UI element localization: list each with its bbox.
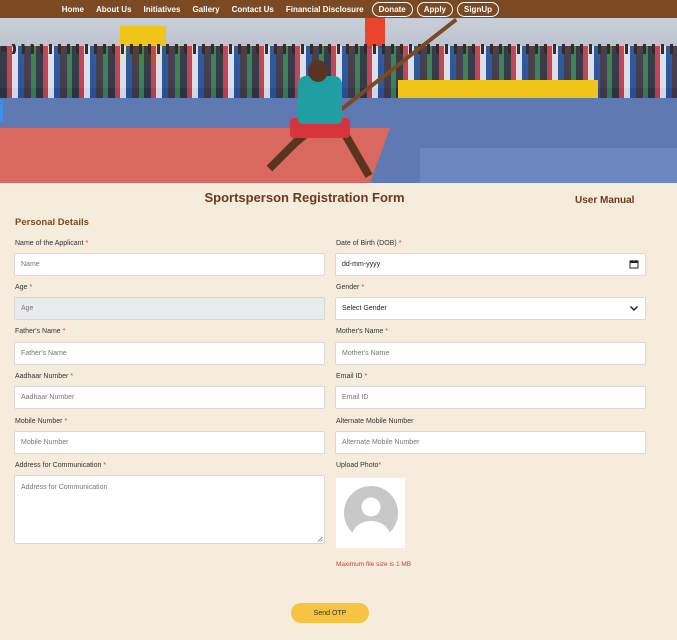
gender-label-text: Gender (336, 284, 360, 291)
banner-crowd-heads (0, 44, 677, 54)
mother-placeholder: Mother's Name (342, 350, 390, 357)
father-name-label: Father's Name * (15, 328, 65, 335)
email-label-text: Email ID (336, 373, 363, 380)
nav-home[interactable]: Home (62, 5, 84, 14)
father-label-text: Father's Name (15, 328, 61, 335)
avatar-placeholder-icon (343, 486, 398, 540)
name-input[interactable]: Name (14, 253, 325, 276)
age-label: Age * (15, 284, 32, 291)
mother-name-input[interactable]: Mother's Name (335, 342, 646, 365)
age-label-text: Age (15, 284, 28, 291)
required-mark: * (103, 462, 107, 469)
banner-athlete-body (298, 76, 342, 124)
form-title: Sportsperson Registration Form (204, 190, 405, 205)
required-mark: * (385, 328, 388, 335)
required-mark: * (398, 240, 402, 247)
banner-mat-blue-2 (420, 148, 677, 183)
address-placeholder: Address for Communication (21, 484, 108, 491)
required-mark: * (62, 328, 66, 335)
calendar-icon[interactable] (629, 259, 639, 269)
alt-mobile-placeholder: Alternate Mobile Number (342, 439, 420, 446)
upload-photo-label-text: Upload Photo (336, 462, 379, 469)
mobile-label: Mobile Number * (15, 418, 67, 425)
file-size-note: Maximum file size is 1 MB (336, 561, 412, 568)
dob-value: dd-mm-yyyy (342, 261, 381, 268)
chevron-down-icon (629, 305, 639, 312)
aadhaar-input[interactable]: Aadhaar Number (14, 386, 325, 409)
email-input[interactable]: Email ID (335, 386, 646, 409)
name-label-text: Name of the Applicant (15, 240, 84, 247)
dob-label-text: Date of Birth (DOB) (336, 240, 397, 247)
required-mark: * (364, 373, 368, 380)
address-textarea[interactable]: Address for Communication (14, 475, 325, 544)
required-mark: * (85, 240, 89, 247)
alt-mobile-input[interactable]: Alternate Mobile Number (335, 431, 646, 454)
alt-mobile-label: Alternate Mobile Number (336, 418, 413, 425)
resize-handle-icon[interactable] (317, 536, 323, 542)
address-label-text: Address for Communication (15, 462, 102, 469)
banner-athlete-head (308, 60, 328, 82)
nav-initiatives[interactable]: Initiatives (144, 5, 181, 14)
aadhaar-placeholder: Aadhaar Number (21, 394, 75, 401)
dob-label: Date of Birth (DOB) * (336, 240, 401, 247)
nav-about-us[interactable]: About Us (96, 5, 132, 14)
required-mark: * (70, 373, 74, 380)
apply-button[interactable]: Apply (416, 1, 453, 17)
nav-financial-disclosure[interactable]: Financial Disclosure (286, 5, 364, 14)
name-label: Name of the Applicant * (15, 240, 88, 247)
section-personal-details: Personal Details (15, 217, 89, 228)
mobile-placeholder: Mobile Number (21, 439, 69, 446)
required-mark: * (29, 284, 33, 291)
email-placeholder: Email ID (342, 394, 369, 401)
side-tab-handle[interactable] (0, 100, 3, 122)
signup-button[interactable]: SignUp (457, 1, 499, 17)
age-input: Age (14, 297, 325, 320)
dob-input[interactable]: dd-mm-yyyy (335, 253, 646, 276)
donate-button[interactable]: Donate (371, 1, 413, 17)
hero-banner-image (0, 18, 677, 183)
mother-name-label: Mother's Name * (336, 328, 388, 335)
user-manual-link[interactable]: User Manual (575, 195, 634, 206)
mother-label-text: Mother's Name (336, 328, 384, 335)
aadhaar-label: Aadhaar Number * (15, 373, 73, 380)
top-navigation: Home About Us Initiatives Gallery Contac… (0, 0, 677, 18)
aadhaar-label-text: Aadhaar Number (15, 373, 69, 380)
upload-photo-label: Upload Photo* (336, 462, 381, 469)
gender-value: Select Gender (342, 305, 387, 312)
name-placeholder: Name (21, 261, 40, 268)
upload-photo-button[interactable] (336, 478, 405, 548)
alt-mobile-label-text: Alternate Mobile Number (336, 418, 414, 425)
nav-gallery[interactable]: Gallery (192, 5, 219, 14)
gender-label: Gender * (336, 284, 364, 291)
father-placeholder: Father's Name (21, 350, 67, 357)
mobile-label-text: Mobile Number (15, 418, 63, 425)
send-otp-button[interactable]: Send OTP (291, 603, 369, 623)
required-mark: * (361, 284, 365, 291)
nav-contact-us[interactable]: Contact Us (232, 5, 274, 14)
required-mark: * (378, 462, 382, 469)
gender-select[interactable]: Select Gender (335, 297, 646, 320)
mobile-input[interactable]: Mobile Number (14, 431, 325, 454)
father-name-input[interactable]: Father's Name (14, 342, 325, 365)
required-mark: * (64, 418, 68, 425)
address-label: Address for Communication * (15, 462, 106, 469)
age-placeholder: Age (21, 305, 34, 312)
email-label: Email ID * (336, 373, 367, 380)
